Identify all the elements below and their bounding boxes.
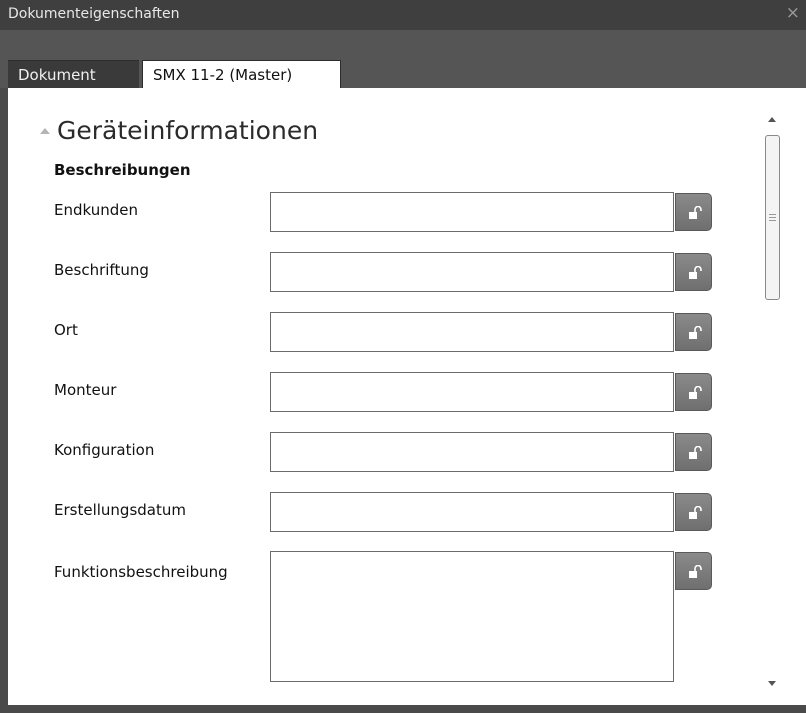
grip-icon xyxy=(769,214,776,221)
label-funktionsbeschreibung: Funktionsbeschreibung xyxy=(54,563,228,581)
unlocked-padlock-icon xyxy=(689,446,702,459)
unlocked-padlock-icon xyxy=(689,326,702,339)
scroll-thumb[interactable] xyxy=(765,135,780,300)
close-icon[interactable]: × xyxy=(786,3,800,23)
tab-strip: Dokument SMX 11-2 (Master) xyxy=(0,30,806,90)
properties-panel: Geräteinformationen Beschreibungen Endku… xyxy=(8,88,806,705)
lock-button-monteur[interactable] xyxy=(675,373,712,411)
unlocked-padlock-icon xyxy=(689,506,702,519)
scroll-down-icon[interactable] xyxy=(768,681,776,686)
label-ort: Ort xyxy=(54,321,78,339)
section-title: Geräteinformationen xyxy=(57,116,319,145)
funktionsbeschreibung-textarea[interactable] xyxy=(270,551,674,682)
lock-button-konfiguration[interactable] xyxy=(675,433,712,471)
title-bar: Dokumenteigenschaften × xyxy=(0,0,806,30)
tab-dokument[interactable]: Dokument xyxy=(8,60,139,88)
unlocked-padlock-icon xyxy=(689,266,702,279)
beschriftung-input[interactable] xyxy=(270,252,674,292)
label-endkunden: Endkunden xyxy=(54,201,139,219)
properties-window: Dokumenteigenschaften × Dokument SMX 11-… xyxy=(0,0,806,713)
lock-button-erstellungsdatum[interactable] xyxy=(675,493,712,531)
endkunden-input[interactable] xyxy=(270,192,674,232)
label-beschriftung: Beschriftung xyxy=(54,261,149,279)
scroll-up-icon[interactable] xyxy=(768,117,776,122)
lock-button-beschriftung[interactable] xyxy=(675,253,712,291)
label-konfiguration: Konfiguration xyxy=(54,441,155,459)
lock-button-ort[interactable] xyxy=(675,313,712,351)
collapse-icon[interactable] xyxy=(40,128,50,134)
unlocked-padlock-icon xyxy=(689,206,702,219)
label-erstellungsdatum: Erstellungsdatum xyxy=(54,501,186,519)
lock-button-funktionsbeschreibung[interactable] xyxy=(675,552,712,590)
label-monteur: Monteur xyxy=(54,381,117,399)
lock-button-endkunden[interactable] xyxy=(675,193,712,231)
tab-smx-master[interactable]: SMX 11-2 (Master) xyxy=(142,60,341,90)
konfiguration-input[interactable] xyxy=(270,432,674,472)
unlocked-padlock-icon xyxy=(689,386,702,399)
ort-input[interactable] xyxy=(270,312,674,352)
window-title: Dokumenteigenschaften xyxy=(8,6,180,22)
unlocked-padlock-icon xyxy=(689,565,702,578)
monteur-input[interactable] xyxy=(270,372,674,412)
subheading-descriptions: Beschreibungen xyxy=(54,161,191,179)
erstellungsdatum-input[interactable] xyxy=(270,492,674,532)
vertical-scrollbar[interactable] xyxy=(763,108,783,698)
